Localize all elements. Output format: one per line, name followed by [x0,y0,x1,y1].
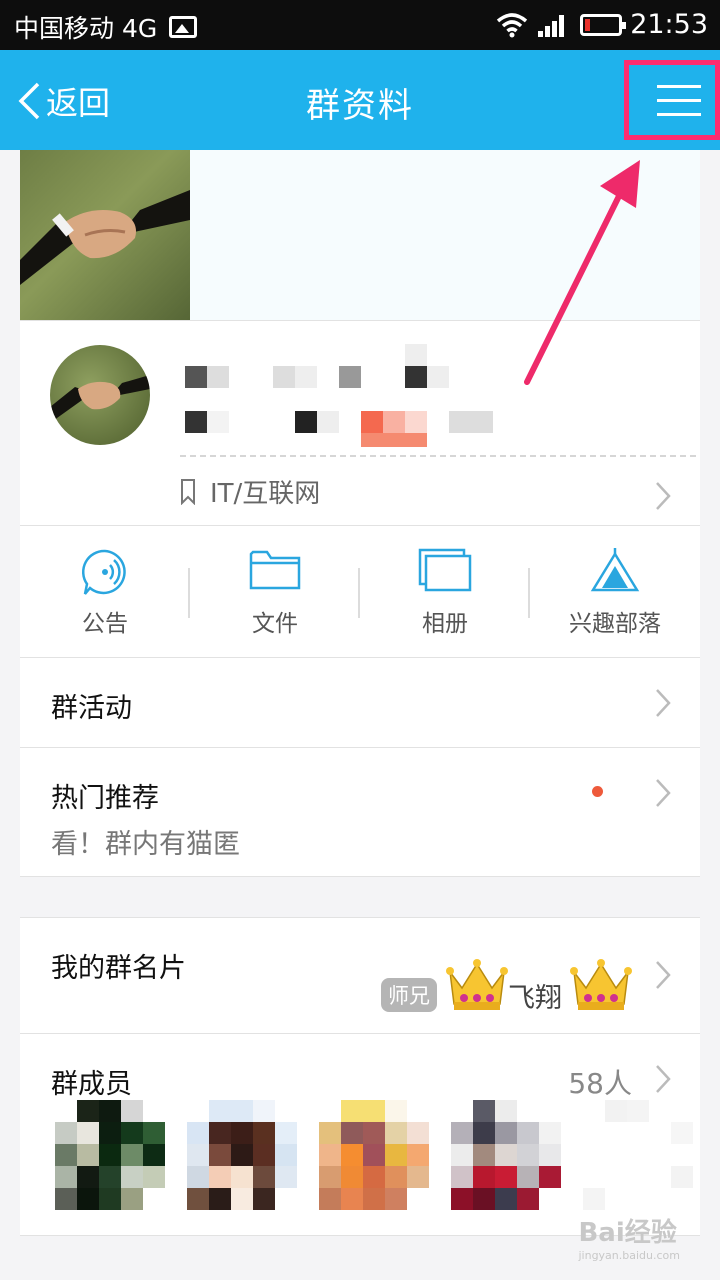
watermark-brand: Bai经验 [578,1218,677,1248]
watermark: Bai经验 jingyan.baidu.com [578,1212,680,1262]
annotation-arrow [524,160,640,385]
watermark-url: jingyan.baidu.com [578,1249,680,1262]
